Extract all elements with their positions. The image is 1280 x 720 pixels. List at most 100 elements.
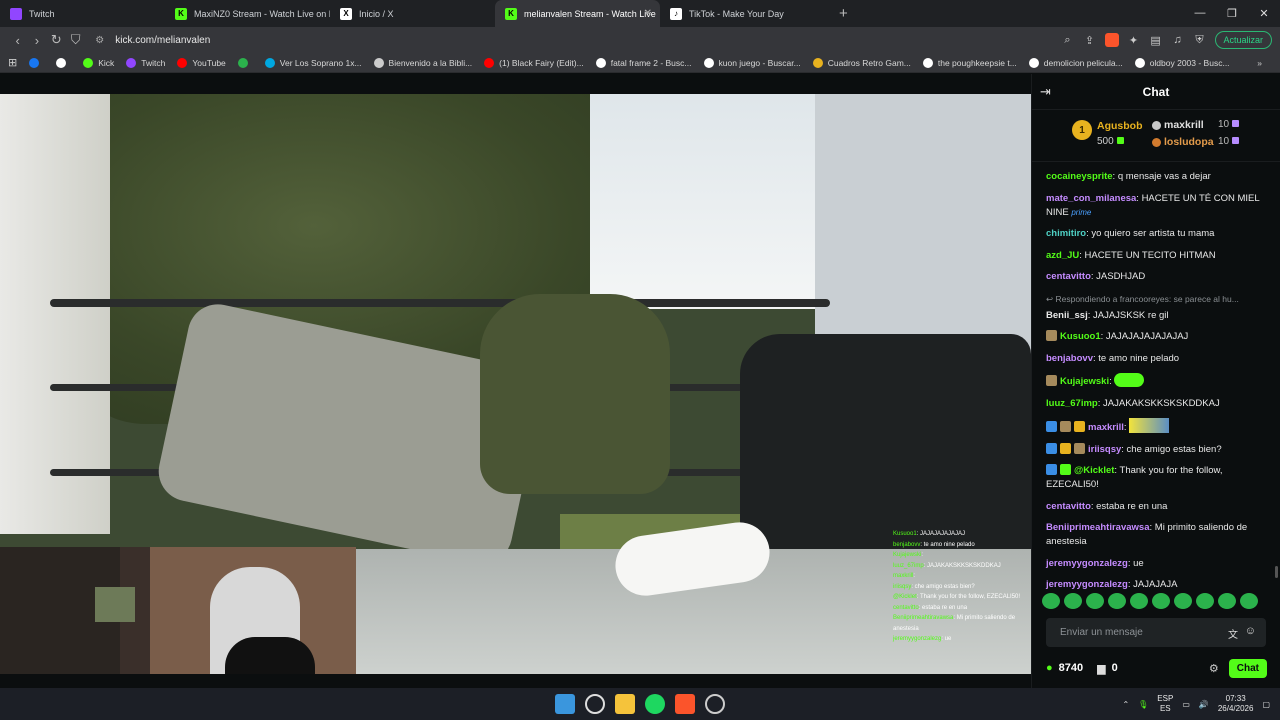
chat-message[interactable]: Beniiprimeahtiravawsa: Mi primito salien… xyxy=(1046,521,1271,549)
emote-icon[interactable] xyxy=(1064,593,1082,609)
close-tab-icon[interactable]: ✕ xyxy=(644,8,652,19)
chat-message[interactable]: @Kicklet: Thank you for the follow, EZEC… xyxy=(1046,464,1271,492)
bookmark-item[interactable]: Ver Los Soprano 1x... xyxy=(264,57,362,68)
share-icon[interactable]: ⇪ xyxy=(1083,34,1097,47)
chat-message[interactable]: ↩ Respondiendo a francooreyes: se parece… xyxy=(1046,292,1271,323)
bookmark-item[interactable] xyxy=(29,57,44,68)
browser-tab[interactable]: Twitch xyxy=(0,0,165,27)
media-icon[interactable]: ♫ xyxy=(1171,34,1185,46)
bookmarks-overflow-icon[interactable]: » xyxy=(1257,58,1262,68)
close-window-icon[interactable]: ✕ xyxy=(1248,7,1280,20)
chat-message[interactable]: Kusuoo1: JAJAJAJAJAJAJAJ xyxy=(1046,330,1271,344)
bookmark-item[interactable]: Twitch xyxy=(126,57,165,68)
chat-username[interactable]: jeremyygonzalezg xyxy=(1046,558,1128,569)
browser-tab[interactable]: X Inicio / X xyxy=(330,0,495,27)
chat-message[interactable]: cocaineysprite: q mensaje vas a dejar xyxy=(1046,170,1271,184)
bookmark-item[interactable]: Bienvenido a la Bibli... xyxy=(373,57,472,68)
emote-icon[interactable] xyxy=(1086,593,1104,609)
emote-icon[interactable] xyxy=(1130,593,1148,609)
brave-shields-icon[interactable] xyxy=(1104,33,1119,47)
chat-message[interactable]: mate_con_milanesa: HACETE UN TÉ CON MIEL… xyxy=(1046,192,1271,220)
ticket-count[interactable]: 0 xyxy=(1112,662,1118,674)
channel-points[interactable]: 8740 xyxy=(1059,662,1083,674)
chat-username[interactable]: centavitto xyxy=(1046,501,1091,512)
chat-username[interactable]: azd_JU xyxy=(1046,250,1079,261)
vpn-icon[interactable]: ⛨ xyxy=(1193,34,1207,47)
bookmark-item[interactable]: the poughkeepsie t... xyxy=(922,57,1017,68)
back-icon[interactable]: ‹ xyxy=(8,33,27,48)
chat-scrollbar[interactable] xyxy=(1275,566,1278,578)
browser-tab[interactable]: Kmelianvalen Stream - Watch Live ✕ xyxy=(495,0,660,27)
new-tab-button[interactable]: + xyxy=(825,5,862,22)
microphone-icon[interactable]: 🎙 xyxy=(1138,700,1148,709)
chat-message[interactable]: benjabovv: te amo nine pelado xyxy=(1046,352,1271,366)
chat-username[interactable]: Benii_ssj xyxy=(1046,310,1088,321)
minimize-icon[interactable]: — xyxy=(1184,7,1216,20)
emote-icon[interactable] xyxy=(1218,593,1236,609)
bookmark-item[interactable]: (1) Black Fairy (Edit)... xyxy=(484,57,584,68)
bookmark-item[interactable]: kuon juego - Buscar... xyxy=(703,57,801,68)
file-explorer-icon[interactable] xyxy=(615,694,635,714)
chat-username[interactable]: Beniiprimeahtiravawsa xyxy=(1046,522,1150,533)
zoom-icon[interactable]: ⌕ xyxy=(1061,34,1075,47)
bookmark-item[interactable]: Cuadros Retro Gam... xyxy=(812,57,911,68)
gear-icon[interactable]: ⚙ xyxy=(1209,662,1219,675)
chat-message[interactable]: azd_JU: HACETE UN TECITO HITMAN xyxy=(1046,249,1271,263)
forward-icon[interactable]: › xyxy=(27,33,46,48)
spotify-icon[interactable] xyxy=(645,694,665,714)
bookmark-item[interactable]: demolicion pelicula... xyxy=(1028,57,1123,68)
network-icon[interactable]: ▭ xyxy=(1182,700,1190,709)
apps-grid-icon[interactable]: ⊞ xyxy=(8,56,17,69)
chat-username[interactable]: maxkrill xyxy=(1088,422,1124,433)
chat-username[interactable]: luuz_67imp xyxy=(1046,398,1098,409)
tray-overflow-icon[interactable]: ⌃ xyxy=(1122,700,1129,709)
volume-icon[interactable]: 🔊 xyxy=(1199,700,1209,709)
sidebar-icon[interactable]: ▤ xyxy=(1149,34,1163,47)
chat-message[interactable]: jeremyygonzalezg: JAJAJAJA xyxy=(1046,578,1271,592)
windows-start-icon[interactable] xyxy=(555,694,575,714)
emote-icon[interactable] xyxy=(1042,593,1060,609)
chat-username[interactable]: centavitto xyxy=(1046,271,1091,282)
bookmark-item[interactable] xyxy=(56,57,71,68)
site-info-icon[interactable]: ⚙ xyxy=(95,35,109,46)
chat-message[interactable]: luuz_67imp: JAJAKAKSKKSKSKDDKAJ xyxy=(1046,397,1271,411)
leaderboard[interactable]: 1 Agusbob 500 maxkrill 10 losludopa 10 xyxy=(1032,110,1280,162)
chat-username[interactable]: Kusuoo1 xyxy=(1060,331,1101,342)
chat-message[interactable]: maxkrill: xyxy=(1046,418,1271,435)
bookmark-icon[interactable]: ⛉ xyxy=(66,32,85,48)
collapse-chat-icon[interactable]: ⇥ xyxy=(1040,84,1051,100)
chat-message[interactable]: iriisqsy: che amigo estas bien? xyxy=(1046,442,1271,457)
send-chat-button[interactable]: Chat xyxy=(1228,658,1267,678)
chat-message[interactable]: centavitto: estaba re en una xyxy=(1046,500,1271,514)
reload-icon[interactable]: ↻ xyxy=(47,32,66,48)
update-button[interactable]: Actualizar xyxy=(1214,31,1273,49)
emote-icon[interactable] xyxy=(1152,593,1170,609)
emote-icon[interactable] xyxy=(1196,593,1214,609)
bookmark-item[interactable]: Kick xyxy=(83,57,114,68)
chat-username[interactable]: chimitiro xyxy=(1046,228,1086,239)
chat-message[interactable]: Kujajewski: xyxy=(1046,373,1271,389)
bookmark-item[interactable]: YouTube xyxy=(177,57,226,68)
brave-browser-icon[interactable] xyxy=(675,694,695,714)
emote-icon[interactable] xyxy=(1174,593,1192,609)
chat-username[interactable]: iriisqsy xyxy=(1088,444,1121,455)
search-icon[interactable] xyxy=(585,694,605,714)
language-indicator[interactable]: ESP ES xyxy=(1157,694,1173,714)
emote-icon[interactable] xyxy=(1108,593,1126,609)
video-player[interactable]: Kusuoo1: JAJAJAJAJAJAJ benjabovv: te amo … xyxy=(0,94,1031,674)
chat-message[interactable]: chimitiro: yo quiero ser artista tu mama xyxy=(1046,227,1271,241)
chat-message[interactable]: centavitto: JASDHJAD xyxy=(1046,270,1271,284)
chat-username[interactable]: benjabovv xyxy=(1046,353,1093,364)
bookmark-item[interactable]: oldboy 2003 - Busc... xyxy=(1134,57,1230,68)
clock[interactable]: 07:33 26/4/2026 xyxy=(1218,694,1254,714)
chat-message[interactable]: jeremyygonzalezg: ue xyxy=(1046,557,1271,571)
browser-tab[interactable]: ♪ TikTok - Make Your Day xyxy=(660,0,825,27)
chat-username[interactable]: mate_con_milanesa xyxy=(1046,193,1136,204)
extensions-icon[interactable]: ✦ xyxy=(1127,34,1141,47)
chat-input[interactable]: Enviar un mensaje 文 ☺ xyxy=(1046,618,1266,647)
bookmark-item[interactable] xyxy=(237,57,253,68)
notifications-icon[interactable]: ▢ xyxy=(1262,700,1270,709)
chat-username[interactable]: @Kicklet xyxy=(1074,465,1114,476)
restore-icon[interactable]: ❐ xyxy=(1216,7,1248,20)
emoji-icon[interactable]: ☺ xyxy=(1245,625,1256,637)
